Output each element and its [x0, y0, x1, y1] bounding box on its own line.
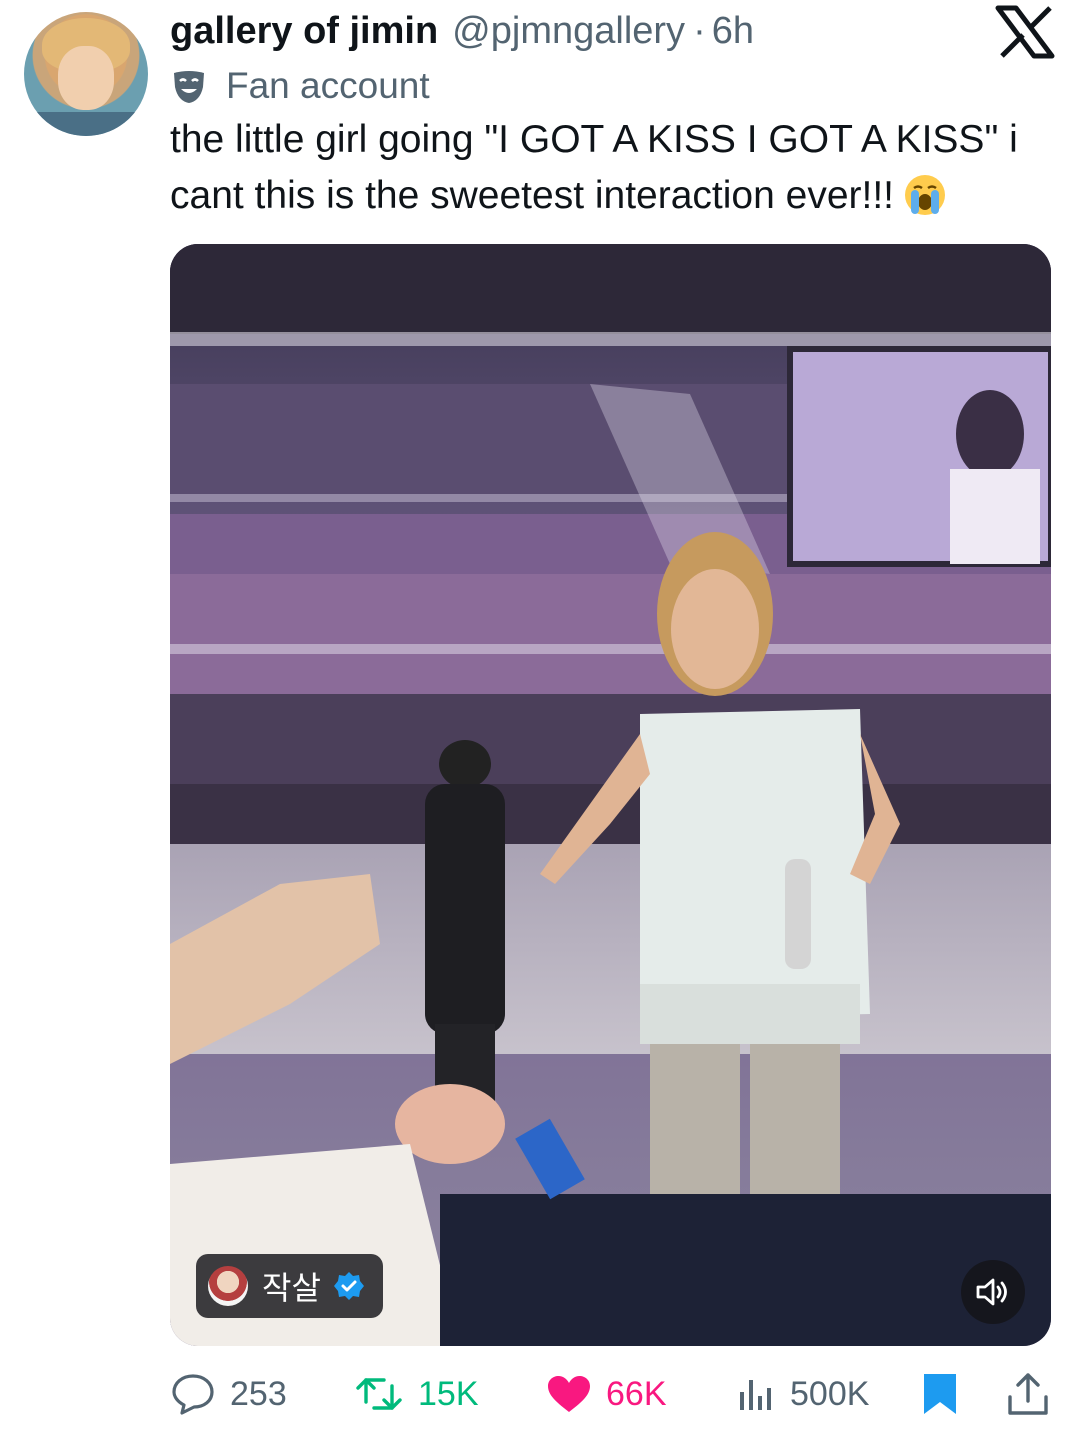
credit-avatar [208, 1266, 248, 1306]
separator: · [693, 10, 706, 52]
share-button[interactable] [1006, 1362, 1064, 1426]
heart-filled-icon [548, 1376, 590, 1412]
bookmark-button[interactable] [920, 1362, 974, 1426]
tweet-actions-bar: 253 15K 66K 500K [170, 1362, 1056, 1426]
timestamp[interactable]: 6h [712, 6, 754, 56]
reply-button[interactable]: 253 [170, 1362, 287, 1426]
video-frame [170, 244, 1051, 1346]
video-credit-chip[interactable]: 작살 [196, 1254, 383, 1318]
retweet-button[interactable]: 15K [354, 1362, 479, 1426]
loudly-crying-face-emoji-icon [905, 175, 946, 215]
tweet-text: the little girl going "I GOT A KISS I GO… [170, 112, 1050, 224]
reply-count: 253 [230, 1374, 287, 1413]
account-label-row: Fan account [170, 62, 430, 110]
views-button[interactable]: 500K [736, 1362, 869, 1426]
display-name[interactable]: gallery of jimin [170, 6, 438, 56]
handle[interactable]: @pjmngallery [452, 6, 685, 56]
share-icon [1008, 1373, 1048, 1415]
fan-account-mask-icon [174, 71, 204, 103]
avatar-shoulders [24, 112, 148, 136]
like-button[interactable]: 66K [546, 1362, 667, 1426]
account-label: Fan account [226, 65, 430, 106]
mute-toggle-button[interactable] [961, 1260, 1025, 1324]
credit-name: 작살 [262, 1269, 321, 1307]
tweet-body: the little girl going "I GOT A KISS I GO… [170, 118, 1018, 217]
retweet-count: 15K [418, 1374, 479, 1413]
reply-bubble-icon [172, 1374, 214, 1415]
x-logo-icon [995, 5, 1055, 59]
bookmark-filled-icon [924, 1374, 956, 1414]
avatar-face [58, 46, 114, 110]
verified-badge-icon [333, 1272, 364, 1300]
tweet-media-video[interactable]: 작살 [170, 244, 1051, 1346]
speaker-muted-icon [976, 1278, 1007, 1306]
views-bar-chart-icon [740, 1380, 771, 1410]
view-count: 500K [790, 1374, 870, 1413]
like-count: 66K [606, 1374, 667, 1413]
retweet-icon [356, 1378, 402, 1410]
tweet-header: gallery of jimin @pjmngallery · 6h [170, 6, 754, 56]
profile-avatar[interactable] [24, 12, 148, 136]
